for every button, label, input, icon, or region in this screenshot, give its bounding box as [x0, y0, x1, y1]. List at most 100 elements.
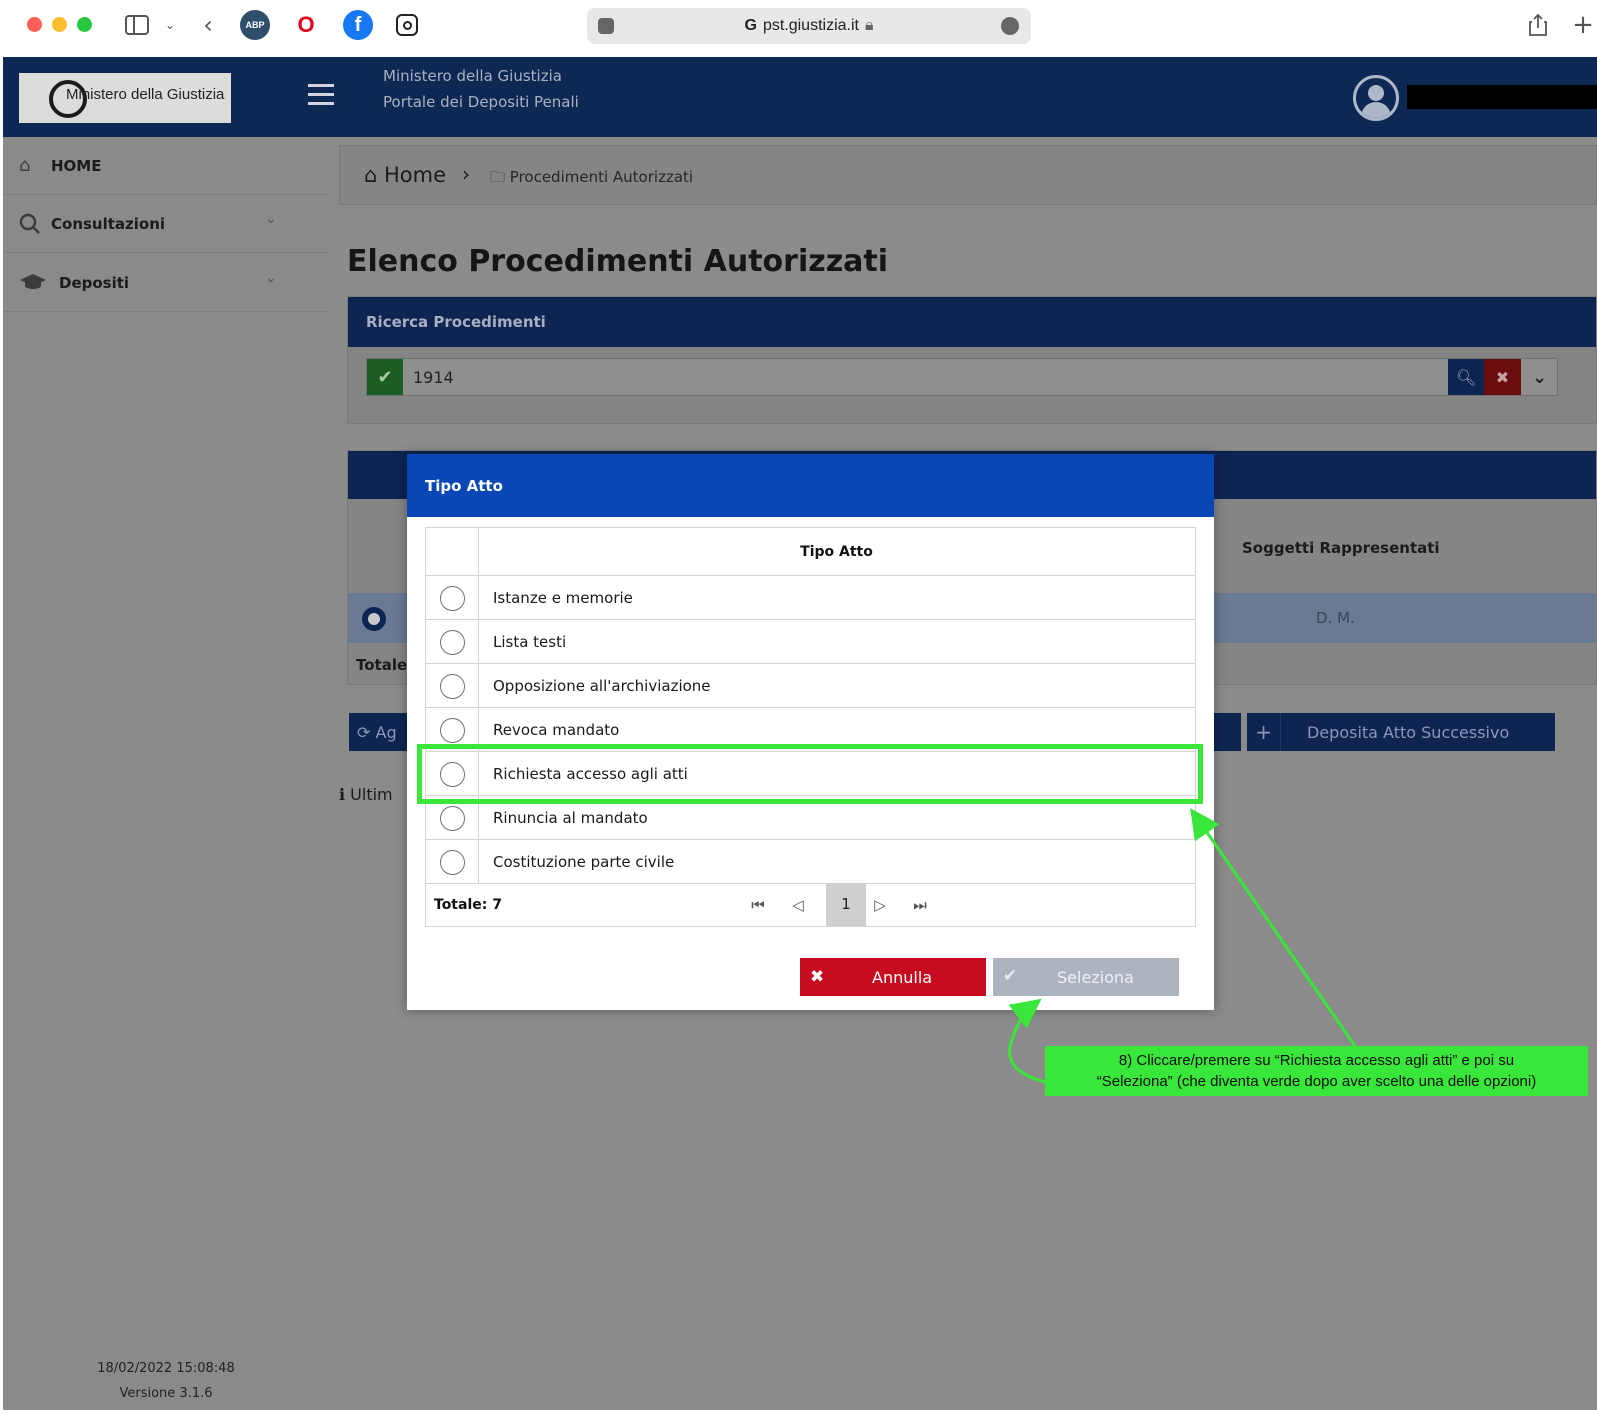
table-row[interactable]: Opposizione all'archiviazione — [426, 664, 1195, 708]
modal-header: Tipo Atto — [407, 454, 1214, 517]
minimize-window-button[interactable] — [52, 17, 67, 32]
search-icon: 🔍︎ — [1455, 367, 1477, 387]
search-panel-title: Ricerca Procedimenti — [366, 313, 546, 331]
facebook-extension-icon[interactable]: f — [343, 10, 373, 40]
seleziona-label: Seleziona — [1057, 968, 1134, 987]
app-header: Ministero della Giustizia Ministero dell… — [3, 57, 1597, 137]
annotation-line-2: “Seleziona” (che diventa verde dopo aver… — [1096, 1073, 1537, 1090]
aggiorna-button[interactable]: ⟳ Ag — [349, 713, 409, 751]
seleziona-button[interactable]: ✔ Seleziona — [993, 958, 1179, 996]
logo-text: Ministero della Giustizia — [66, 86, 225, 103]
chevron-right-icon: › — [462, 162, 470, 186]
new-tab-icon[interactable]: + — [1572, 10, 1594, 40]
sidebar-version: Versione 3.1.6 — [119, 1386, 213, 1401]
option-radio[interactable] — [440, 850, 465, 875]
search-input[interactable]: 1914 — [413, 368, 454, 387]
sidebar-item-consultazioni[interactable]: Consultazioni ⌄ — [3, 195, 329, 253]
annotation-line-1: 8) Cliccare/premere su “Richiesta access… — [1118, 1052, 1515, 1069]
prev-page-icon[interactable]: ◁ — [786, 893, 810, 917]
option-radio[interactable] — [440, 586, 465, 611]
check-icon: ✔ — [1003, 966, 1018, 986]
user-avatar-icon[interactable] — [1353, 75, 1399, 121]
sidebar-item-label: Depositi — [59, 274, 130, 292]
home-icon: ⌂ — [19, 155, 31, 176]
soggetti-cell: D. M. — [1316, 609, 1355, 627]
search-panel-header: Ricerca Procedimenti — [348, 297, 1596, 347]
close-icon: ✖ — [1495, 367, 1510, 387]
info-icon: ℹ︎ — [339, 785, 351, 804]
column-header-tipo-atto: Tipo Atto — [800, 544, 873, 560]
graduation-cap-icon — [19, 272, 46, 292]
table-row[interactable]: Istanze e memorie — [426, 576, 1195, 620]
option-radio[interactable] — [440, 718, 465, 743]
address-bar[interactable]: Gpst.giustizia.it 🔒︎ — [587, 8, 1031, 44]
search-icon — [19, 213, 41, 234]
option-radio[interactable] — [440, 806, 465, 831]
option-radio[interactable] — [440, 630, 465, 655]
tipo-atto-table: Tipo Atto Istanze e memorie Lista testi … — [425, 527, 1196, 927]
sidebar-item-home[interactable]: ⌂ HOME — [3, 137, 329, 195]
sidebar-toggle-icon[interactable] — [124, 12, 150, 38]
instagram-extension-icon[interactable] — [396, 14, 418, 36]
search-button[interactable]: 🔍︎ — [1448, 359, 1484, 395]
clear-search-button[interactable]: ✖ — [1484, 359, 1521, 395]
folder-icon: 🗀 — [490, 168, 510, 186]
option-label: Lista testi — [493, 633, 567, 651]
close-window-button[interactable] — [27, 17, 42, 32]
option-radio[interactable] — [440, 674, 465, 699]
vodafone-extension-icon[interactable]: O — [291, 10, 321, 40]
search-field[interactable]: ✔ 1914 🔍︎ ✖ ⌄ — [366, 358, 1558, 396]
column-header-soggetti: Soggetti Rappresentati — [1242, 539, 1440, 557]
google-icon: G — [744, 17, 757, 34]
first-page-icon[interactable]: ⏮︎ — [746, 893, 770, 917]
last-update-info: ℹ︎ Ultim — [339, 785, 393, 804]
breadcrumb-home[interactable]: ⌂ Home — [364, 163, 446, 187]
browser-toolbar: ⌄ ‹ ABP O f Gpst.giustizia.it 🔒︎ + — [0, 0, 1597, 57]
more-icon[interactable] — [1001, 17, 1019, 35]
breadcrumb: ⌂ Home › 🗀 Procedimenti Autorizzati — [339, 145, 1597, 205]
option-label: Rinuncia al mandato — [493, 809, 648, 827]
search-panel: Ricerca Procedimenti ✔ 1914 🔍︎ ✖ ⌄ — [347, 296, 1597, 424]
chevron-down-icon: ⌄ — [265, 270, 277, 286]
expand-search-button[interactable]: ⌄ — [1521, 359, 1558, 395]
hamburger-menu-icon[interactable] — [308, 84, 334, 106]
logo[interactable]: Ministero della Giustizia — [19, 73, 231, 123]
share-icon[interactable] — [1527, 12, 1549, 38]
redacted-username — [1407, 85, 1597, 109]
sidebar-item-depositi[interactable]: Depositi ⌄ — [3, 254, 329, 312]
table-row[interactable]: Costituzione parte civile — [426, 840, 1195, 884]
sidebar-item-label: HOME — [51, 157, 102, 175]
annotation-note: 8) Cliccare/premere su “Richiesta access… — [1045, 1046, 1588, 1096]
chevron-down-icon[interactable]: ⌄ — [162, 12, 178, 38]
table-row[interactable]: Lista testi — [426, 620, 1195, 664]
lock-icon: 🔒︎ — [864, 17, 874, 34]
refresh-icon: ⟳ — [357, 723, 376, 742]
deposita-label: Deposita Atto Successivo — [1307, 723, 1510, 742]
current-page[interactable]: 1 — [826, 883, 866, 926]
table-header: Tipo Atto — [426, 528, 1195, 576]
deposita-atto-successivo-button[interactable]: + Deposita Atto Successivo — [1247, 713, 1555, 751]
tipo-atto-modal: Tipo Atto Tipo Atto Istanze e memorie Li… — [407, 454, 1214, 1010]
annulla-label: Annulla — [872, 968, 933, 987]
home-icon: ⌂ — [364, 163, 385, 187]
results-total: Totale: — [356, 656, 414, 674]
zoom-window-button[interactable] — [77, 17, 92, 32]
annulla-button[interactable]: ✖ Annulla — [800, 958, 986, 996]
url-text: pst.giustizia.it — [762, 17, 859, 34]
chevron-down-icon: ⌄ — [265, 211, 277, 227]
sidebar: ⌂ HOME Consultazioni ⌄ Depositi ⌄ 18/02/… — [3, 137, 329, 1410]
back-icon[interactable]: ‹ — [200, 11, 216, 39]
adblock-extension-icon[interactable]: ABP — [240, 10, 270, 40]
highlight-box — [417, 744, 1203, 804]
close-icon: ✖ — [810, 967, 825, 987]
next-page-icon[interactable]: ▷ — [868, 893, 892, 917]
header-ministry: Ministero della Giustizia — [383, 67, 562, 85]
option-label: Istanze e memorie — [493, 589, 633, 607]
pagination: Totale: 7 ⏮︎ ◁ 1 ▷ ⏭︎ — [426, 883, 1195, 927]
header-portal: Portale dei Depositi Penali — [383, 93, 579, 111]
option-label: Costituzione parte civile — [493, 853, 675, 871]
last-page-icon[interactable]: ⏭︎ — [908, 893, 932, 917]
breadcrumb-current: 🗀 Procedimenti Autorizzati — [490, 168, 694, 186]
row-radio[interactable] — [362, 607, 386, 631]
page-title: Elenco Procedimenti Autorizzati — [347, 244, 889, 279]
